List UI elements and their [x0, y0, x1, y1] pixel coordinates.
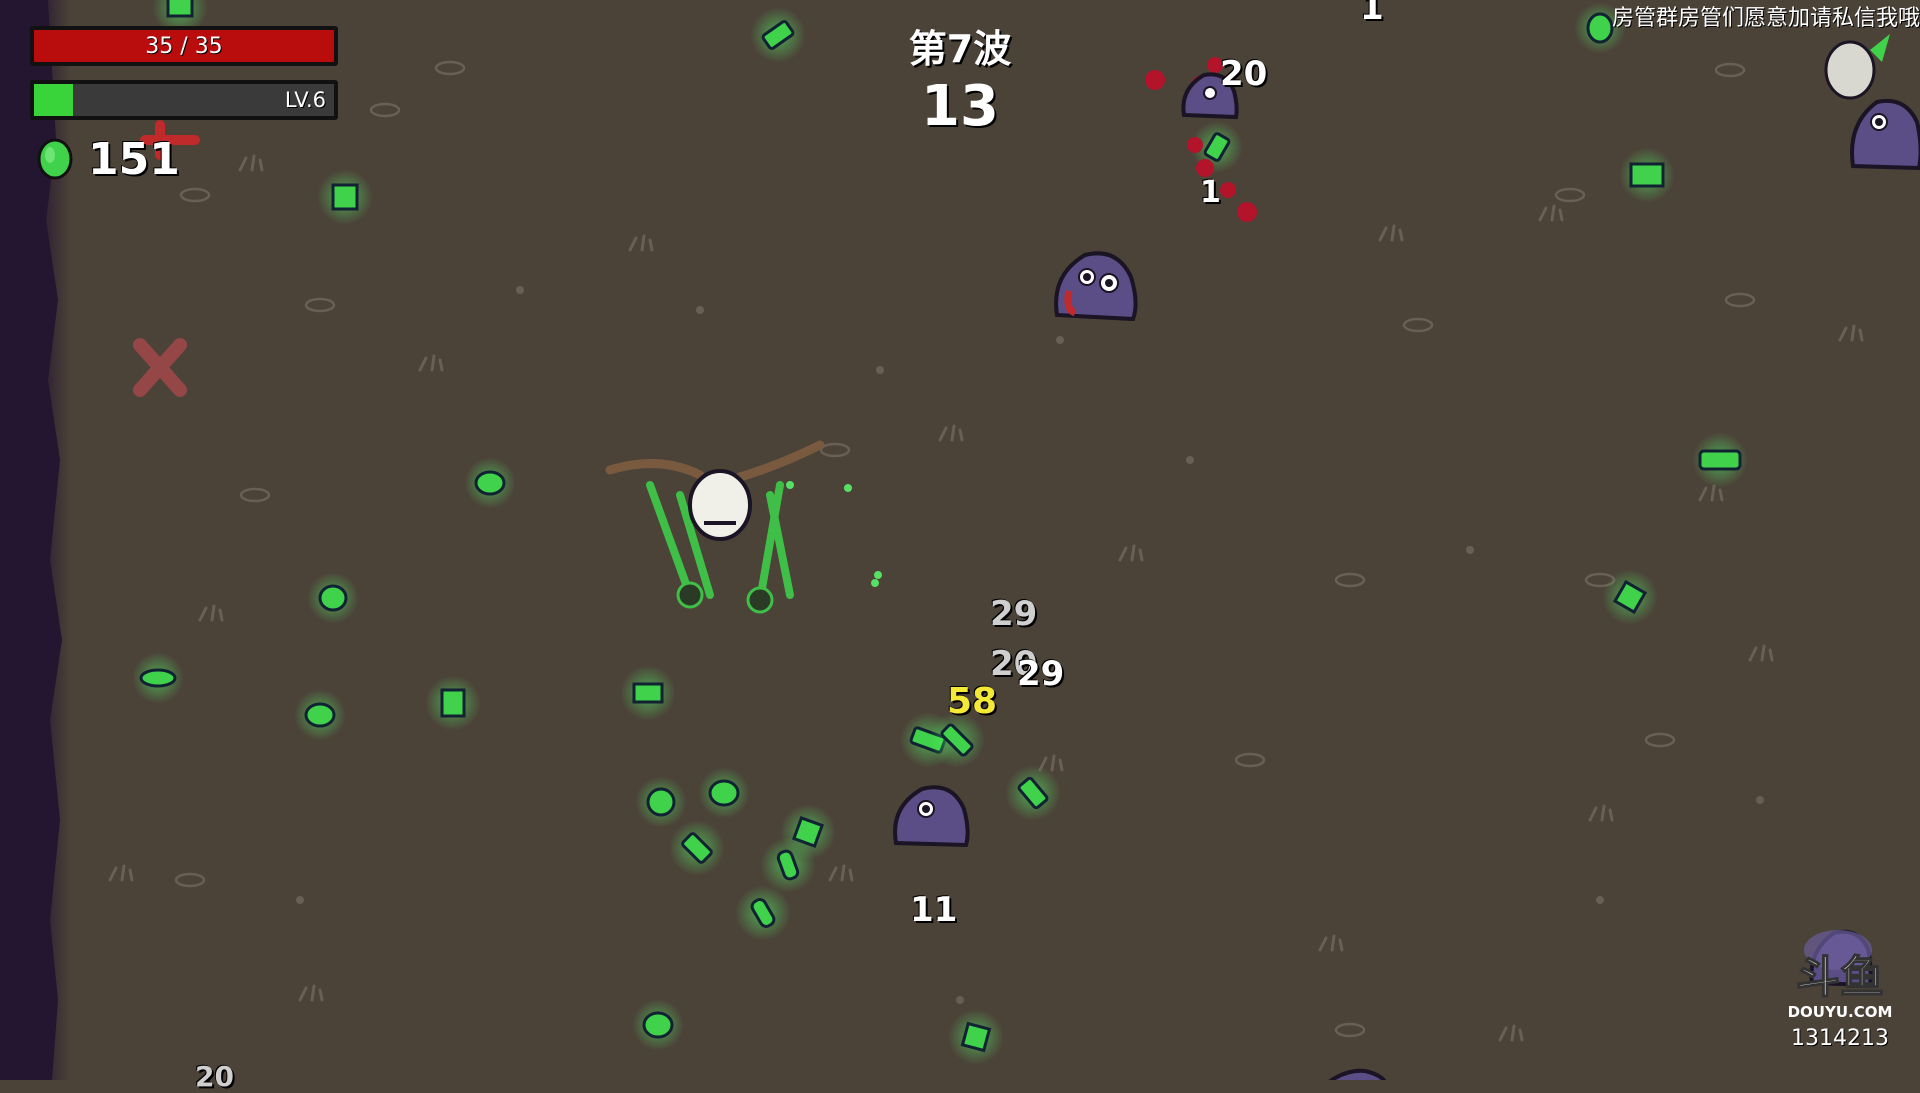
material-shard-icon [1005, 765, 1061, 821]
material-cube-icon [620, 665, 676, 721]
douyu-brand-text: DOUYU.COM [1788, 1003, 1893, 1021]
material-cube-icon [317, 169, 373, 225]
experience-fill [34, 84, 73, 116]
health-bar: 35 / 35 [30, 26, 338, 66]
enemy-slime-icon [1054, 251, 1138, 322]
room-id: 1314213 [1791, 1026, 1889, 1051]
level-text: LV.6 [284, 88, 326, 112]
damage-number: 20 [195, 1060, 234, 1093]
material-cube-icon [1602, 569, 1658, 625]
game-world [132, 0, 1920, 1080]
material-coin-icon [294, 689, 346, 741]
experience-bar: LV.6 [30, 80, 338, 120]
material-coin-icon [635, 776, 687, 828]
svg-text:斗鱼: 斗鱼 [1796, 952, 1884, 1003]
enemy-slime-icon [893, 785, 970, 848]
material-coin-icon [698, 767, 750, 819]
material-coin-icon [37, 138, 73, 180]
x-marker-icon [133, 338, 187, 397]
material-cube-icon [1619, 147, 1675, 203]
damage-number: 1 [1200, 175, 1221, 210]
enemy-slime-icon [1328, 1068, 1387, 1080]
material-coin-icon [132, 652, 184, 704]
materials-counter: 151 [36, 133, 180, 185]
material-cube-icon [948, 1009, 1004, 1065]
player-potato-icon [605, 440, 882, 614]
material-shard-icon [750, 7, 806, 63]
material-shard-icon [669, 820, 725, 876]
streamer-message: 房管群房管们愿意加请私信我哦 [1611, 6, 1920, 31]
material-shard-icon [1692, 432, 1748, 488]
material-cube-icon [425, 675, 481, 731]
damage-number: 11 [910, 890, 958, 930]
material-coin-icon [464, 457, 516, 509]
material-shard-icon [735, 885, 791, 941]
material-coin-icon [632, 999, 684, 1051]
crit-damage-number: 58 [947, 681, 998, 722]
damage-number: 1 [1360, 0, 1384, 28]
material-coin-icon [307, 572, 359, 624]
health-text: 35 / 35 [145, 33, 223, 59]
damage-number: 29 [990, 594, 1038, 634]
damage-number: 29 [1017, 654, 1065, 694]
wave-title: 第7波 [908, 27, 1012, 71]
wave-timer: 13 [921, 74, 999, 139]
material-shard-icon [760, 837, 816, 893]
materials-count: 151 [88, 133, 180, 185]
damage-number: 20 [1220, 54, 1268, 94]
loot-egg-icon [1824, 34, 1890, 100]
enemy-slime-icon [1850, 99, 1920, 171]
